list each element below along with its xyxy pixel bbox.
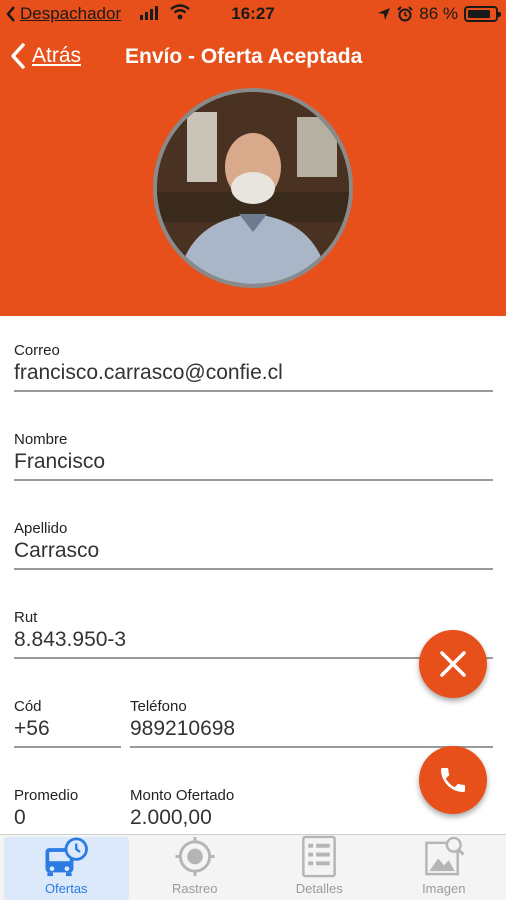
tab-label: Ofertas: [44, 881, 88, 896]
back-button[interactable]: Atrás: [10, 42, 81, 70]
phone-icon: [441, 768, 465, 792]
battery-percent: 86 %: [419, 4, 458, 23]
tab-bar: Ofertas Rastreo Detalles Imagen: [0, 834, 506, 900]
country-code-value: +56: [14, 717, 50, 740]
chevron-left-icon: [11, 43, 25, 69]
close-icon: [440, 651, 466, 677]
first-name-value: Francisco: [14, 450, 106, 473]
phone-field[interactable]: Teléfono 989210698: [130, 698, 493, 750]
first-name-label: Nombre: [14, 431, 68, 448]
country-code-field[interactable]: Cód +56: [14, 698, 121, 750]
call-button[interactable]: [419, 746, 487, 814]
tab-label: Imagen: [422, 881, 466, 896]
divider: [130, 746, 493, 748]
average-label: Promedio: [14, 787, 79, 804]
last-name-label: Apellido: [14, 520, 68, 537]
profile-photo: [157, 92, 349, 284]
reject-offer-button[interactable]: [419, 630, 487, 698]
battery-fill: [468, 10, 490, 18]
divider: [14, 568, 493, 570]
phone-value: 989210698: [130, 717, 236, 740]
profile-header: [0, 88, 506, 316]
last-name-value: Carrasco: [14, 539, 100, 562]
average-field[interactable]: Promedio 0: [14, 787, 121, 834]
tab-imagen[interactable]: Imagen: [382, 835, 506, 900]
image-search-icon: [424, 836, 465, 876]
tab-detalles[interactable]: Detalles: [257, 835, 382, 900]
target-icon: [175, 836, 215, 877]
alarm-icon: [397, 6, 413, 22]
tab-ofertas[interactable]: Ofertas: [4, 837, 129, 900]
divider: [14, 746, 121, 748]
email-label: Correo: [14, 342, 60, 359]
divider: [14, 390, 493, 392]
bus-clock-icon: [45, 837, 89, 877]
first-name-field[interactable]: Nombre Francisco: [14, 431, 493, 483]
rut-label: Rut: [14, 609, 38, 626]
phone-label: Teléfono: [130, 698, 187, 715]
location-arrow-icon: [378, 8, 391, 20]
tab-label: Rastreo: [171, 881, 218, 896]
avatar[interactable]: [153, 88, 353, 288]
email-value: francisco.carrasco@confie.cl: [14, 361, 283, 384]
navigation-bar: Atrás Envío - Oferta Aceptada: [0, 30, 506, 88]
back-button-label: Atrás: [32, 44, 82, 67]
tab-rastreo[interactable]: Rastreo: [133, 835, 258, 900]
list-icon: [302, 835, 337, 878]
average-value: 0: [14, 806, 26, 829]
email-field[interactable]: Correo francisco.carrasco@confie.cl: [14, 342, 493, 394]
battery-icon: [464, 6, 501, 22]
last-name-field[interactable]: Apellido Carrasco: [14, 520, 493, 572]
divider: [14, 479, 493, 481]
page-title: Envío - Oferta Aceptada: [125, 45, 363, 68]
country-code-label: Cód: [14, 698, 42, 715]
rut-value: 8.843.950-3: [14, 628, 127, 651]
status-bar: Despachador 16:27 86 %: [0, 0, 506, 30]
tab-label: Detalles: [295, 881, 343, 896]
